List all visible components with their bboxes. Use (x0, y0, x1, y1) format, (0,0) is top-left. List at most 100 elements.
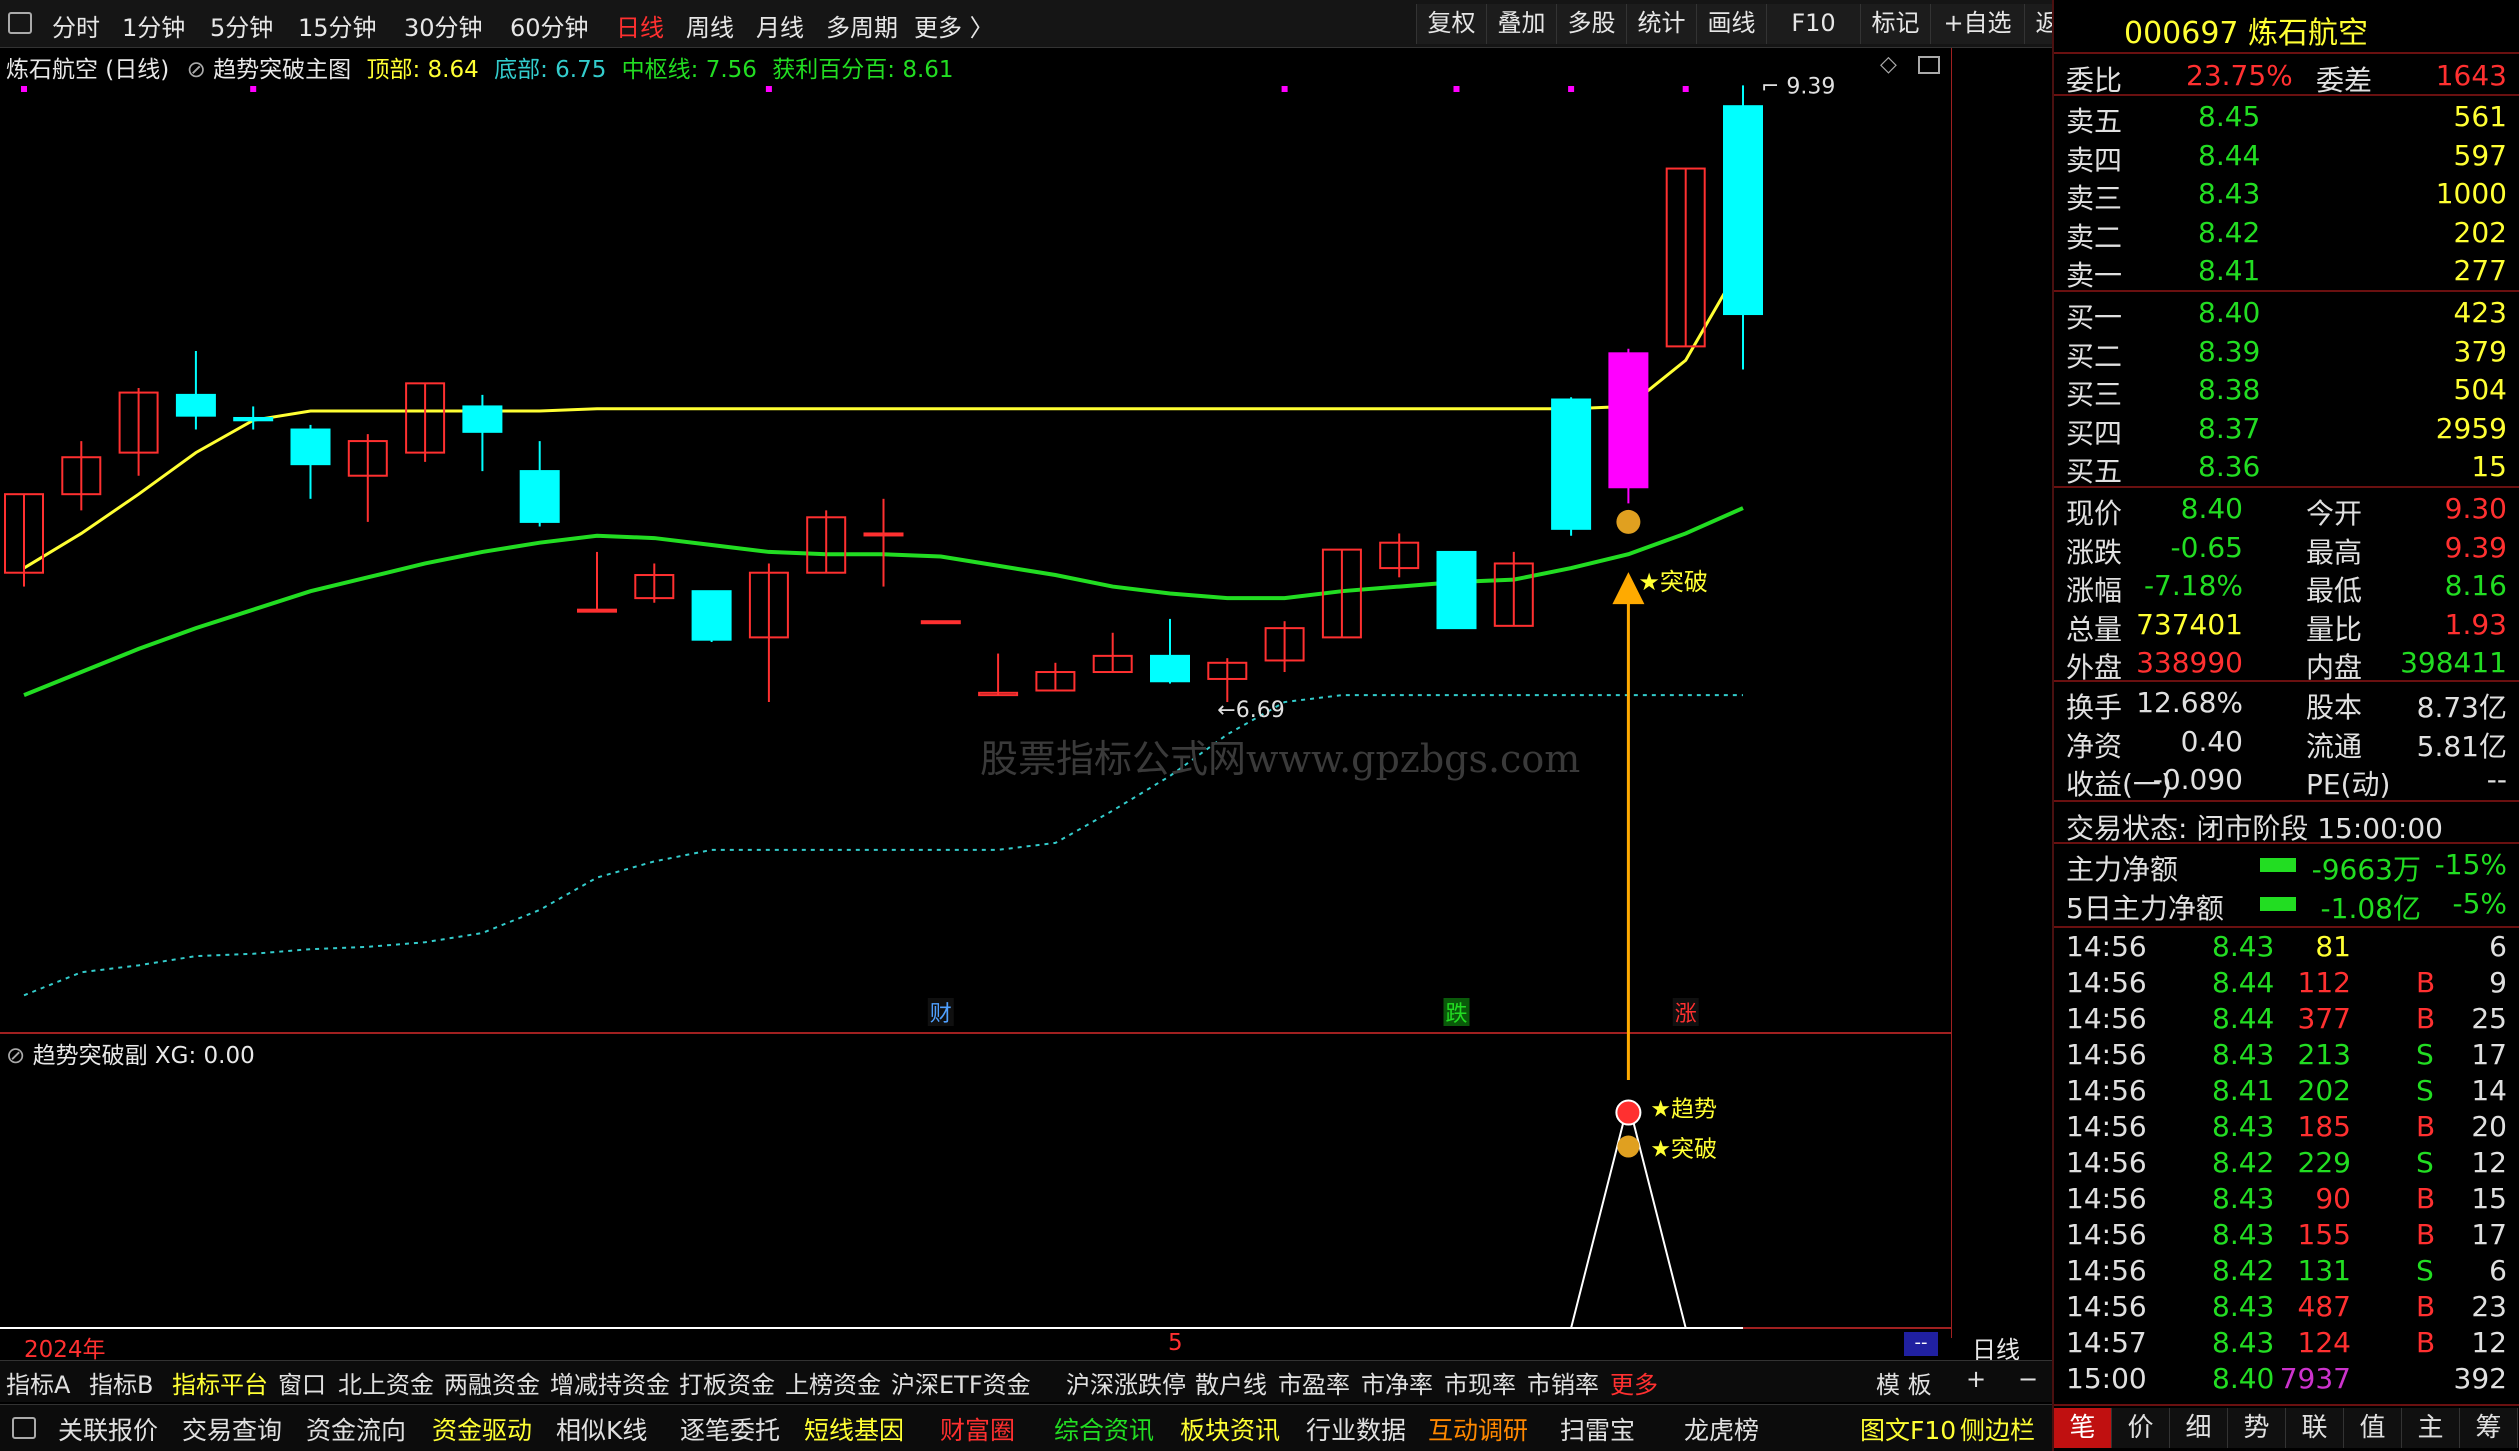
toolbar-button[interactable]: 画线 (1696, 4, 1766, 44)
function-tab[interactable]: 互动调研 (1428, 1411, 1528, 1447)
legend-collapse-icon[interactable]: ⊘ (187, 57, 206, 83)
tick-side: B (2416, 1290, 2436, 1323)
function-tab[interactable]: 龙虎榜 (1684, 1411, 1759, 1447)
tick-volume: 155 (2297, 1218, 2351, 1251)
tick-count: 25 (2471, 1002, 2507, 1035)
watermark: 股票指标公式网www.gpzbgs.com (980, 737, 1581, 781)
period-tab[interactable]: 1分钟 (122, 8, 185, 43)
period-tab[interactable]: 15分钟 (298, 8, 377, 43)
window-menu-icon[interactable] (8, 12, 32, 34)
indicator-tab[interactable]: 北上资金 (338, 1365, 434, 1400)
function-tab[interactable]: 短线基因 (804, 1411, 904, 1447)
quote-panel-tab[interactable]: 细 (2170, 1408, 2228, 1448)
tick-count: 12 (2471, 1146, 2507, 1179)
indicator-tab[interactable]: 市盈率 (1278, 1365, 1350, 1400)
function-tab[interactable]: 侧边栏 (1960, 1411, 2035, 1447)
function-tab[interactable]: 综合资讯 (1054, 1411, 1154, 1447)
quote-panel-tab[interactable]: 价 (2112, 1408, 2170, 1448)
indicator-tab[interactable]: 指标A (6, 1365, 70, 1400)
quote-panel-tab[interactable]: 联 (2286, 1408, 2344, 1448)
period-tab[interactable]: 月线 (756, 8, 804, 43)
order-label: 买五 (2066, 455, 2123, 489)
order-label: 卖五 (2066, 105, 2123, 138)
indicator-tab[interactable]: 增减持资金 (550, 1365, 670, 1400)
function-tab[interactable]: 财富圈 (940, 1411, 1015, 1447)
tick-volume: 124 (2297, 1326, 2351, 1359)
quote-panel-tab[interactable]: 主 (2402, 1408, 2460, 1448)
function-tab[interactable]: 逐笔委托 (680, 1411, 780, 1447)
indicator-tab-tool[interactable]: + (1966, 1365, 1986, 1393)
indicator-tab[interactable]: 散户线 (1195, 1365, 1267, 1400)
top-dot-marker (250, 86, 257, 92)
quote-panel-tab[interactable]: 势 (2228, 1408, 2286, 1448)
period-tab[interactable]: 60分钟 (510, 8, 589, 43)
tick-row: 14:56 8.41 202 S 14 (2054, 1074, 2519, 1110)
function-tab[interactable]: 相似K线 (556, 1411, 647, 1447)
tick-count: 6 (2489, 1254, 2507, 1287)
order-price: 8.41 (2198, 254, 2261, 288)
stat-value: 12.68% (2136, 686, 2243, 719)
indicator-tab[interactable]: 更多 (1610, 1365, 1658, 1400)
indicator-tab[interactable]: 市净率 (1361, 1365, 1433, 1400)
indicator-tab-tool[interactable]: 模 板 (1876, 1365, 1932, 1400)
function-bar-menu-icon[interactable] (12, 1417, 36, 1439)
indicator-tab[interactable]: 上榜资金 (785, 1365, 881, 1400)
function-tab[interactable]: 扫雷宝 (1560, 1411, 1635, 1447)
function-tab[interactable]: 关联报价 (58, 1411, 158, 1447)
period-tab[interactable]: 30分钟 (404, 8, 483, 43)
quote-panel-tab[interactable]: 筹 (2460, 1408, 2518, 1448)
indicator-tab[interactable]: 市销率 (1527, 1365, 1599, 1400)
legend-indicator[interactable]: 趋势突破主图 (213, 57, 351, 83)
quote-panel-tab[interactable]: 值 (2344, 1408, 2402, 1448)
period-tab[interactable]: 5分钟 (210, 8, 273, 43)
chart-expand-icon[interactable] (1918, 56, 1940, 74)
stat-label: 净资 (2066, 729, 2123, 763)
indicator-tab[interactable]: 指标B (89, 1365, 153, 1400)
quote-value: 398411 (2400, 646, 2507, 680)
tick-time: 14:56 (2066, 1146, 2147, 1179)
function-tab[interactable]: 板块资讯 (1180, 1411, 1280, 1447)
tick-side: B (2416, 1218, 2436, 1251)
period-tab[interactable]: 更多 〉 (914, 8, 994, 43)
period-tab[interactable]: 多周期 (826, 8, 898, 43)
tick-count: 15 (2471, 1182, 2507, 1215)
tick-time: 14:56 (2066, 1254, 2147, 1287)
toolbar-button[interactable]: 多股 (1556, 4, 1626, 44)
toolbar-button[interactable]: 复权 (1416, 4, 1486, 44)
stat-value: -- (2486, 763, 2507, 797)
sub-collapse-icon[interactable]: ⊘ (6, 1043, 25, 1069)
period-tab[interactable]: 日线 (616, 8, 664, 43)
candle-body (1150, 654, 1190, 683)
flow-row: 主力净额 -9663万 -15% (2054, 846, 2519, 886)
function-tab[interactable]: 资金流向 (306, 1411, 406, 1447)
toolbar-button[interactable]: 叠加 (1486, 4, 1556, 44)
indicator-tab[interactable]: 窗口 (278, 1365, 326, 1400)
sub-legend-text[interactable]: 趋势突破副 XG: 0.00 (33, 1043, 255, 1069)
indicator-tab[interactable]: 市现率 (1444, 1365, 1516, 1400)
toolbar-button[interactable]: 标记 (1860, 4, 1930, 44)
kline-chart-svg[interactable]: 9.008.758.508.258.007.757.507.257.006.75… (0, 48, 1952, 1338)
toolbar-button[interactable]: F10 (1766, 4, 1860, 44)
quote-panel-tab[interactable]: 笔 (2054, 1408, 2112, 1448)
top-dot-marker (1568, 86, 1575, 92)
chart-settings-icon[interactable]: ◇ (1880, 52, 1897, 77)
scroll-indicator[interactable]: -- (1904, 1332, 1938, 1356)
indicator-tab[interactable]: 打板资金 (679, 1365, 775, 1400)
function-tab[interactable]: 资金驱动 (432, 1411, 532, 1447)
toolbar-button[interactable]: +自选 (1930, 4, 2024, 44)
indicator-tab[interactable]: 沪深ETF资金 (891, 1365, 1031, 1400)
indicator-tab-tool[interactable]: − (2018, 1365, 2038, 1393)
indicator-tab[interactable]: 指标平台 (172, 1365, 268, 1400)
indicator-tab[interactable]: 两融资金 (444, 1365, 540, 1400)
period-tab[interactable]: 分时 (52, 8, 100, 43)
function-tab[interactable]: 图文F10 (1860, 1411, 1956, 1447)
stock-code-name[interactable]: 000697 炼石航空 (2124, 8, 2368, 52)
function-tab[interactable]: 交易查询 (182, 1411, 282, 1447)
order-volume: 561 (2453, 100, 2507, 133)
toolbar-button[interactable]: 统计 (1626, 4, 1696, 44)
quote-value: 8.40 (2180, 492, 2243, 525)
period-tab[interactable]: 周线 (686, 8, 734, 43)
function-tab[interactable]: 行业数据 (1306, 1411, 1406, 1447)
candle-body (920, 620, 961, 625)
indicator-tab[interactable]: 沪深涨跌停 (1066, 1365, 1186, 1400)
